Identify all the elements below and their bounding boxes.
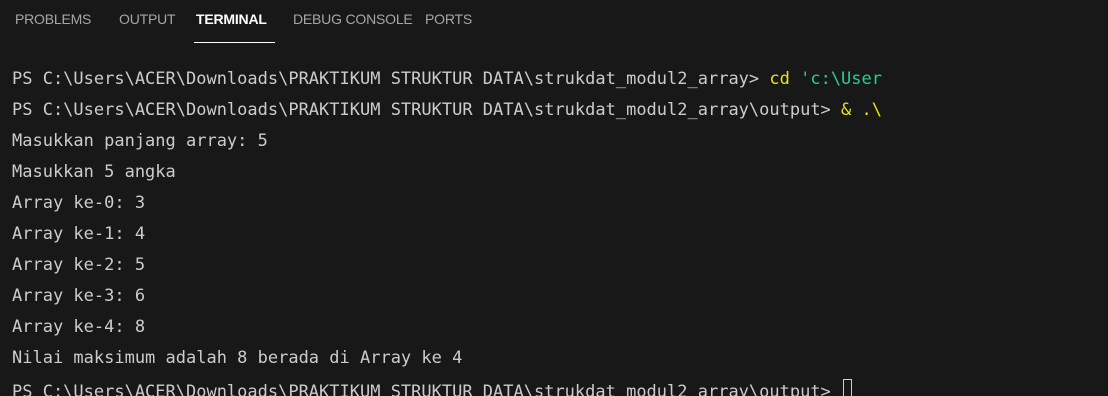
output-line: Array ke-0: 3 [12,193,146,213]
terminal-line-2: PS C:\Users\ACER\Downloads\PRAKTIKUM STR… [12,100,882,120]
argument-text: 'c:\User [789,69,882,89]
prompt-text: PS C:\Users\ACER\Downloads\PRAKTIKUM STR… [12,69,770,89]
panel-tab-bar: PROBLEMS OUTPUT TERMINAL DEBUG CONSOLE P… [0,0,1108,44]
prompt-text: PS C:\Users\ACER\Downloads\PRAKTIKUM STR… [12,100,842,120]
terminal-prompt-line: PS C:\Users\ACER\Downloads\PRAKTIKUM STR… [12,379,853,396]
terminal-panel: PROBLEMS OUTPUT TERMINAL DEBUG CONSOLE P… [0,0,1108,396]
output-line: Nilai maksimum adalah 8 berada di Array … [12,348,463,368]
prompt-text: PS C:\Users\ACER\Downloads\PRAKTIKUM STR… [12,382,842,396]
output-line: Array ke-3: 6 [12,286,146,306]
output-line: Array ke-1: 4 [12,224,146,244]
terminal-cursor [843,379,853,396]
terminal-line-1: PS C:\Users\ACER\Downloads\PRAKTIKUM STR… [12,69,882,89]
output-line: Masukkan panjang array: 5 [12,131,268,151]
terminal-output[interactable]: PS C:\Users\ACER\Downloads\PRAKTIKUM STR… [0,44,1108,396]
tab-terminal[interactable]: TERMINAL [196,11,267,27]
output-line: Array ke-4: 8 [12,317,146,337]
tab-ports[interactable]: PORTS [425,11,472,27]
tab-terminal-active-indicator [194,42,275,43]
tab-output[interactable]: OUTPUT [119,11,176,27]
command-text: & .\ [841,100,882,120]
tab-problems[interactable]: PROBLEMS [15,11,91,27]
command-text: cd [769,69,790,89]
output-line: Array ke-2: 5 [12,255,146,275]
tab-debug-console[interactable]: DEBUG CONSOLE [293,11,413,27]
output-line: Masukkan 5 angka [12,162,176,182]
